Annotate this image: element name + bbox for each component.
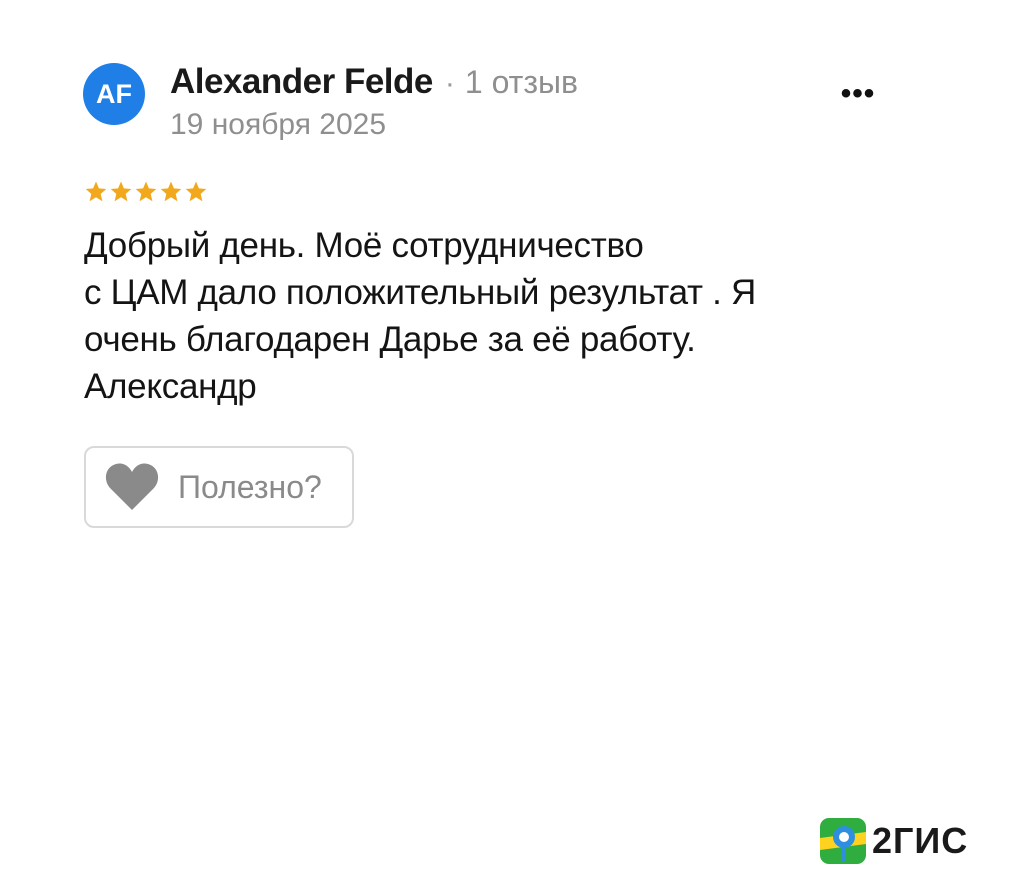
more-icon: ••• — [840, 77, 876, 110]
brand-logo: 2ГИС — [820, 818, 968, 864]
review-header: Alexander Felde · 1 отзыв 19 ноября 2025 — [170, 62, 578, 142]
heart-icon — [105, 463, 159, 510]
helpful-label: Полезно? — [178, 468, 322, 505]
star-rating — [84, 180, 208, 204]
avatar[interactable]: AF — [83, 63, 145, 125]
author-name[interactable]: Alexander Felde — [170, 62, 433, 102]
star-icon — [110, 181, 132, 202]
star-icon — [85, 181, 107, 202]
helpful-button[interactable]: Полезно? — [84, 446, 354, 528]
star-icon — [135, 181, 157, 202]
more-options-button[interactable]: ••• — [830, 74, 886, 114]
review-count[interactable]: 1 отзыв — [465, 64, 578, 101]
avatar-initials: AF — [96, 78, 132, 109]
separator-dot: · — [444, 67, 455, 100]
review-date: 19 ноября 2025 — [170, 108, 387, 141]
brand-name: 2ГИС — [872, 820, 969, 861]
2gis-logo-icon — [820, 818, 866, 864]
star-icon — [160, 181, 182, 202]
author-line: Alexander Felde · 1 отзыв — [170, 62, 578, 104]
review-text: Добрый день. Моё сотрудничество с ЦАМ да… — [84, 226, 756, 406]
star-icon — [185, 181, 207, 202]
